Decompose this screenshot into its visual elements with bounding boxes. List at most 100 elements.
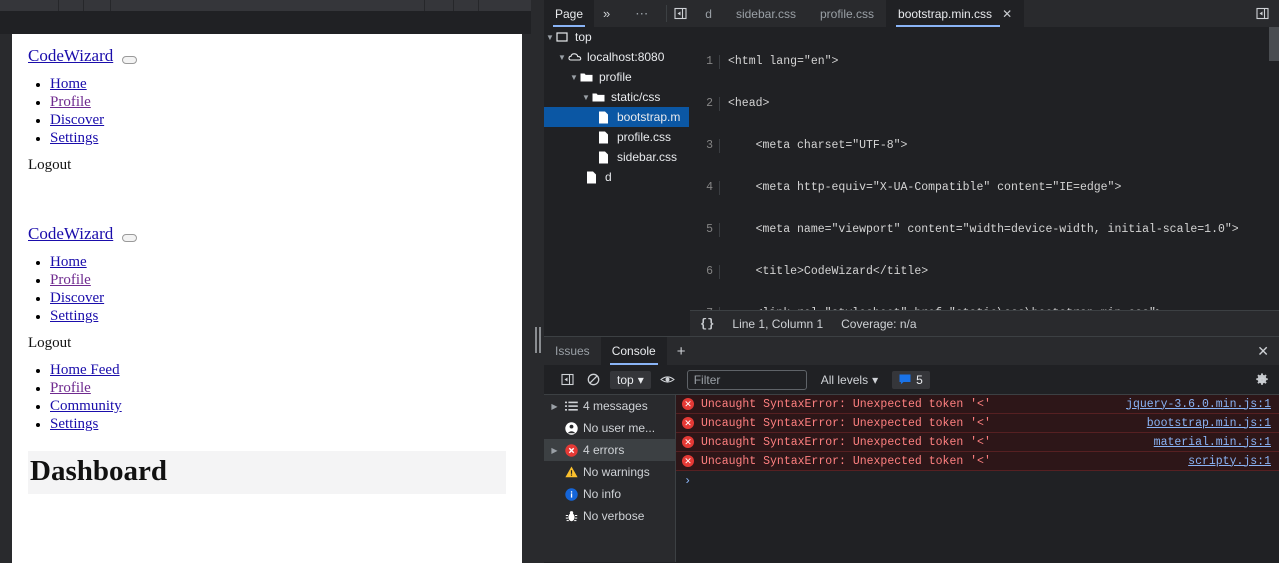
sidebar-item-errors[interactable]: ▶ 4 errors xyxy=(544,439,675,461)
console-prompt[interactable]: › xyxy=(676,471,1279,490)
twisty-icon[interactable]: ▼ xyxy=(544,33,556,42)
console-error-row[interactable]: ✕ Uncaught SyntaxError: Unexpected token… xyxy=(676,433,1279,452)
nav-list-primary: Home Profile Discover Settings xyxy=(50,75,522,147)
navbar-toggler-icon[interactable] xyxy=(122,56,138,65)
sidebar-link-settings[interactable]: Settings xyxy=(50,416,98,432)
list-item: Home xyxy=(50,253,522,271)
chevron-right-icon[interactable]: » xyxy=(594,0,619,27)
console-sidebar-toggle-icon[interactable] xyxy=(554,368,580,392)
live-expression-eye-icon[interactable] xyxy=(655,368,681,392)
file-tab-bootstrap-min-css[interactable]: bootstrap.min.css ✕ xyxy=(886,0,1025,27)
nav-link-home-2[interactable]: Home xyxy=(50,254,87,270)
warning-icon xyxy=(561,466,581,478)
show-drawer-icon[interactable] xyxy=(1245,0,1279,27)
twisty-icon[interactable]: ▼ xyxy=(568,73,580,82)
add-tab-icon[interactable]: + xyxy=(667,337,696,365)
nav-link-home[interactable]: Home xyxy=(50,76,87,92)
file-icon xyxy=(598,131,614,144)
file-tab-profile-css[interactable]: profile.css xyxy=(808,0,886,27)
code-line: 4 <meta http-equiv="X-UA-Compatible" con… xyxy=(690,181,1279,195)
issues-icon xyxy=(899,374,911,385)
resize-grip xyxy=(539,327,541,353)
sources-body: ▼ top ▼ localhost:8080 ▼ profile ▼ stati… xyxy=(544,27,1279,337)
close-drawer-icon[interactable]: ✕ xyxy=(1257,337,1269,365)
navbar-primary: CodeWizard xyxy=(12,34,522,66)
tab-page[interactable]: Page xyxy=(544,0,595,27)
sidebar-link-home-feed[interactable]: Home Feed xyxy=(50,362,120,378)
bug-icon xyxy=(561,510,581,523)
navbar-brand-link[interactable]: CodeWizard xyxy=(28,46,113,66)
twisty-icon[interactable]: ▶ xyxy=(548,402,561,411)
execution-context-selector[interactable]: top ▾ xyxy=(610,370,651,389)
twisty-icon[interactable]: ▼ xyxy=(580,93,592,102)
nav-link-discover[interactable]: Discover xyxy=(50,112,104,128)
tree-row-top[interactable]: ▼ top xyxy=(544,27,689,47)
code-line: 1 <html lang="en"> xyxy=(690,55,1279,69)
code-line: 3 <meta charset="UTF-8"> xyxy=(690,139,1279,153)
console-error-source[interactable]: material.min.js:1 xyxy=(1154,436,1279,449)
sidebar-item-messages[interactable]: ▶ 4 messages xyxy=(544,395,675,417)
tree-row-profile[interactable]: ▼ profile xyxy=(544,67,689,87)
page-title: Dashboard xyxy=(30,455,167,487)
frame-icon xyxy=(556,31,572,43)
console-error-row[interactable]: ✕ Uncaught SyntaxError: Unexpected token… xyxy=(676,395,1279,414)
console-error-source[interactable]: bootstrap.min.js:1 xyxy=(1147,417,1279,430)
code-editor[interactable]: 1 <html lang="en"> 2 <head> 3 <meta charse… xyxy=(690,27,1279,337)
list-item: Settings xyxy=(50,415,522,433)
line-text: <meta name="viewport" content="width=dev… xyxy=(728,223,1239,236)
close-icon[interactable]: ✕ xyxy=(1002,7,1012,21)
nav-link-settings-2[interactable]: Settings xyxy=(50,308,98,324)
nav-link-profile-2[interactable]: Profile xyxy=(50,272,91,288)
console-error-row[interactable]: ✕ Uncaught SyntaxError: Unexpected token… xyxy=(676,414,1279,433)
line-text: <title>CodeWizard</title> xyxy=(728,265,929,278)
editor-status-bar: {} Line 1, Column 1 Coverage: n/a xyxy=(690,310,1279,336)
file-tree: ▼ top ▼ localhost:8080 ▼ profile ▼ stati… xyxy=(544,27,690,337)
show-navigator-icon[interactable] xyxy=(667,0,693,27)
tree-row-label: static/css xyxy=(611,90,661,104)
navbar-brand-link-2[interactable]: CodeWizard xyxy=(28,224,113,244)
tree-row-static-css[interactable]: ▼ static/css xyxy=(544,87,689,107)
pretty-print-icon[interactable]: {} xyxy=(700,317,714,331)
code-line: 6 <title>CodeWizard</title> xyxy=(690,265,1279,279)
file-tab-sidebar-css[interactable]: sidebar.css xyxy=(724,0,808,27)
issues-badge[interactable]: 5 xyxy=(892,370,930,389)
tab-console[interactable]: Console xyxy=(600,337,667,365)
tree-row-bootstrap-min-css[interactable]: bootstrap.m xyxy=(544,107,689,127)
panel-resize-handle[interactable] xyxy=(531,0,544,563)
file-tab-label: d xyxy=(705,6,712,21)
more-options-icon[interactable]: ⋯ xyxy=(619,0,666,27)
sidebar-item-verbose[interactable]: No verbose xyxy=(544,505,675,527)
sidebar-link-profile[interactable]: Profile xyxy=(50,380,91,396)
logout-label-secondary[interactable]: Logout xyxy=(28,335,522,352)
console-error-source[interactable]: jquery-3.6.0.min.js:1 xyxy=(1126,398,1279,411)
file-tab-d[interactable]: d xyxy=(693,0,724,27)
gear-icon[interactable] xyxy=(1255,365,1269,394)
tree-row-d[interactable]: d xyxy=(544,167,689,187)
sidebar-item-user-messages[interactable]: No user me... xyxy=(544,417,675,439)
tab-issues[interactable]: Issues xyxy=(544,337,601,365)
console-error-row[interactable]: ✕ Uncaught SyntaxError: Unexpected token… xyxy=(676,452,1279,471)
log-levels-selector[interactable]: All levels ▾ xyxy=(821,373,878,387)
twisty-icon[interactable]: ▼ xyxy=(556,53,568,62)
nav-link-profile[interactable]: Profile xyxy=(50,94,91,110)
line-text: <meta charset="UTF-8"> xyxy=(728,139,908,152)
twisty-icon[interactable]: ▶ xyxy=(548,446,561,455)
sidebar-item-info[interactable]: No info xyxy=(544,483,675,505)
tree-row-sidebar-css[interactable]: sidebar.css xyxy=(544,147,689,167)
nav-link-discover-2[interactable]: Discover xyxy=(50,290,104,306)
clear-console-icon[interactable] xyxy=(580,368,606,392)
logout-label-primary[interactable]: Logout xyxy=(28,157,522,174)
page-spacer xyxy=(12,174,522,212)
tree-row-localhost[interactable]: ▼ localhost:8080 xyxy=(544,47,689,67)
console-error-source[interactable]: scripty.js:1 xyxy=(1188,455,1279,468)
editor-vertical-scrollbar[interactable] xyxy=(1269,27,1279,61)
tree-row-label: sidebar.css xyxy=(617,150,678,164)
sidebar-link-community[interactable]: Community xyxy=(50,398,122,414)
navbar-toggler-icon-2[interactable] xyxy=(122,234,138,243)
list-icon xyxy=(561,401,581,412)
open-file-tabs: d sidebar.css profile.css bootstrap.min.… xyxy=(693,0,1245,27)
filter-input[interactable]: Filter xyxy=(686,369,807,390)
nav-link-settings[interactable]: Settings xyxy=(50,130,98,146)
tree-row-profile-css[interactable]: profile.css xyxy=(544,127,689,147)
sidebar-item-warnings[interactable]: No warnings xyxy=(544,461,675,483)
